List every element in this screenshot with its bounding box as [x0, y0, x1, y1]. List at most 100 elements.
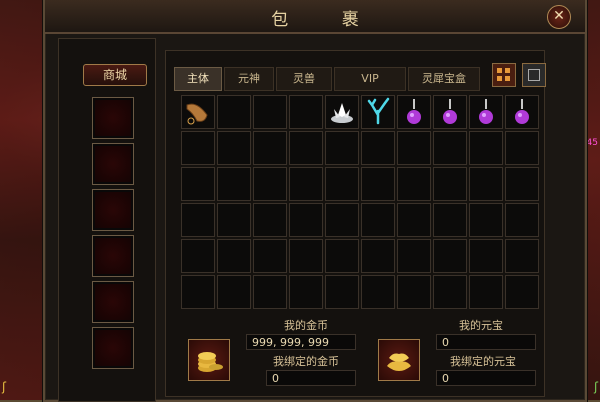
bag-slot[interactable]	[433, 203, 467, 237]
bag-slot[interactable]	[325, 275, 359, 309]
bag-slot[interactable]	[433, 167, 467, 201]
bag-slot[interactable]	[181, 275, 215, 309]
bag-slot[interactable]	[325, 203, 359, 237]
bag-slot[interactable]	[361, 275, 395, 309]
bag-slot[interactable]	[289, 167, 323, 201]
bag-slot[interactable]	[253, 95, 287, 129]
bag-slot[interactable]	[181, 131, 215, 165]
bag-slot[interactable]	[361, 95, 395, 129]
bound-yuanbao-value: 0	[436, 370, 536, 386]
bag-slot[interactable]	[505, 95, 539, 129]
tab-1[interactable]: 元神	[224, 67, 274, 91]
bag-grid	[181, 95, 541, 311]
bag-slot[interactable]	[397, 275, 431, 309]
window-title: 包 裹	[271, 10, 383, 30]
shop-panel: 商城	[58, 38, 156, 402]
bag-slot[interactable]	[361, 203, 395, 237]
bag-slot[interactable]	[469, 167, 503, 201]
purple-potion-icon	[471, 97, 501, 131]
bag-slot[interactable]	[217, 203, 251, 237]
bag-slot[interactable]	[253, 203, 287, 237]
bag-slot[interactable]	[217, 131, 251, 165]
yuanbao-icon	[378, 339, 420, 381]
bag-slot[interactable]	[505, 131, 539, 165]
tab-3[interactable]: VIP	[334, 67, 406, 91]
bag-slot[interactable]	[217, 239, 251, 273]
corner-marker-right-icon: ʃ	[593, 380, 598, 394]
bag-slot[interactable]	[289, 131, 323, 165]
bound-gold-label: 我绑定的金币	[273, 355, 339, 368]
bag-slot[interactable]	[469, 239, 503, 273]
yuanbao-label: 我的元宝	[459, 319, 503, 332]
close-button[interactable]: ✕	[547, 5, 571, 29]
bag-slot[interactable]	[325, 95, 359, 129]
shop-slot[interactable]	[92, 281, 134, 323]
tab-0[interactable]: 主体	[174, 67, 222, 91]
bag-slot[interactable]	[397, 131, 431, 165]
purple-potion-icon	[435, 97, 465, 131]
bag-slot[interactable]	[253, 275, 287, 309]
bag-slot[interactable]	[289, 203, 323, 237]
bag-slot[interactable]	[433, 275, 467, 309]
bound-gold-value: 0	[266, 370, 356, 386]
bag-slot[interactable]	[397, 203, 431, 237]
bag-slot[interactable]	[217, 95, 251, 129]
bag-slot[interactable]	[181, 167, 215, 201]
shop-slot[interactable]	[92, 143, 134, 185]
shop-button[interactable]: 商城	[83, 64, 147, 86]
gold-coin-icon	[188, 339, 230, 381]
bag-slot[interactable]	[289, 95, 323, 129]
list-view-icon[interactable]	[522, 63, 546, 87]
bag-slot[interactable]	[469, 95, 503, 129]
coral-item-icon	[363, 97, 393, 131]
grid-view-icon[interactable]	[492, 63, 516, 87]
bag-slot[interactable]	[325, 239, 359, 273]
shop-slot[interactable]	[92, 235, 134, 277]
bag-slot[interactable]	[397, 95, 431, 129]
bag-slot[interactable]	[505, 203, 539, 237]
bag-slot[interactable]	[289, 239, 323, 273]
bag-slot[interactable]	[505, 167, 539, 201]
bag-slot[interactable]	[505, 275, 539, 309]
bag-slot[interactable]	[433, 131, 467, 165]
bag-slot[interactable]	[289, 275, 323, 309]
bag-slot[interactable]	[181, 95, 215, 129]
bag-slot[interactable]	[361, 131, 395, 165]
world-side-label: 45	[586, 138, 598, 148]
shop-slot[interactable]	[92, 97, 134, 139]
shop-slot[interactable]	[92, 327, 134, 369]
corner-marker-left-icon: ʃ	[2, 380, 7, 394]
gold-label: 我的金币	[284, 319, 328, 332]
inventory-window: 包 裹 ✕ 商城 主体 元神 灵兽 VIP 灵犀宝盒 我的金币 999, 999, 9	[43, 0, 587, 402]
close-icon: ✕	[553, 8, 565, 24]
bag-slot[interactable]	[325, 167, 359, 201]
bag-slot[interactable]	[397, 167, 431, 201]
bound-yuanbao-label: 我绑定的元宝	[450, 355, 516, 368]
bag-slot[interactable]	[469, 131, 503, 165]
bag-slot[interactable]	[217, 167, 251, 201]
bag-slot[interactable]	[433, 95, 467, 129]
gold-value: 999, 999, 999	[246, 334, 356, 350]
bag-slot[interactable]	[181, 203, 215, 237]
bag-slot[interactable]	[325, 131, 359, 165]
purple-potion-icon	[399, 97, 429, 131]
purple-potion-icon	[507, 97, 537, 131]
bag-slot[interactable]	[397, 239, 431, 273]
bag-slot[interactable]	[361, 167, 395, 201]
bag-slot[interactable]	[469, 203, 503, 237]
tab-2[interactable]: 灵兽	[276, 67, 332, 91]
bag-slot[interactable]	[469, 275, 503, 309]
bag-slot[interactable]	[361, 239, 395, 273]
shop-slot[interactable]	[92, 189, 134, 231]
horn-item-icon	[183, 97, 213, 131]
bag-slot[interactable]	[253, 167, 287, 201]
bag-slot[interactable]	[181, 239, 215, 273]
tab-4[interactable]: 灵犀宝盒	[408, 67, 480, 91]
bag-slot[interactable]	[253, 239, 287, 273]
title-bar[interactable]: 包 裹 ✕	[45, 0, 585, 34]
yuanbao-value: 0	[436, 334, 536, 350]
bag-slot[interactable]	[253, 131, 287, 165]
bag-slot[interactable]	[433, 239, 467, 273]
bag-slot[interactable]	[217, 275, 251, 309]
bag-slot[interactable]	[505, 239, 539, 273]
